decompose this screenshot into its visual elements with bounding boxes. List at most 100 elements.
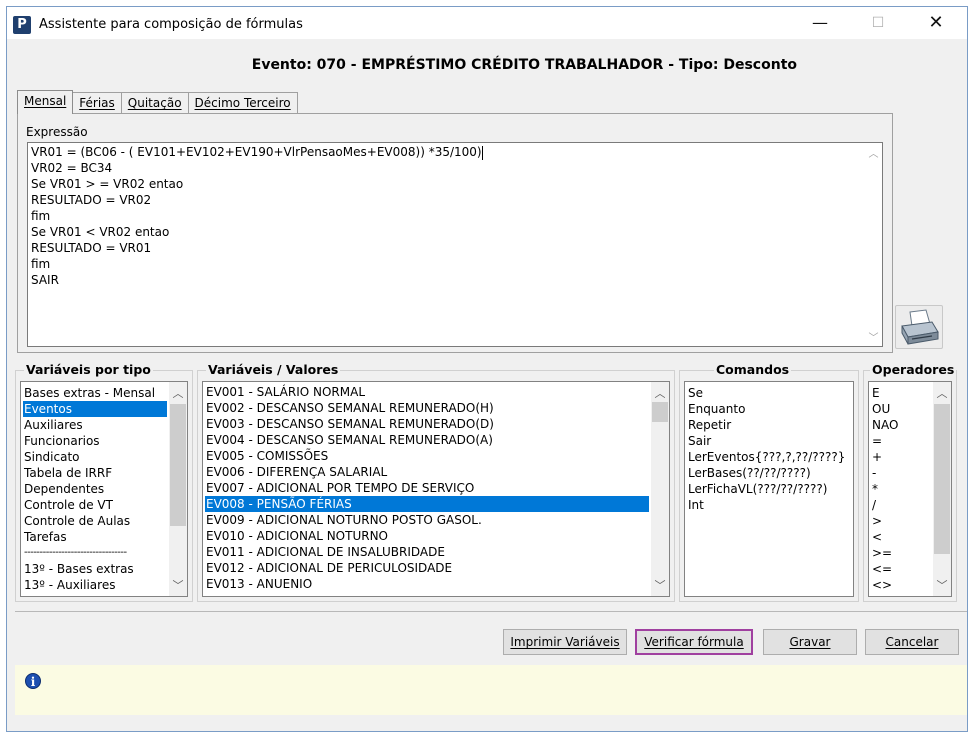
scroll-up-icon[interactable]: ︿ [933, 385, 951, 401]
info-icon: i [25, 673, 41, 689]
list-item[interactable]: Tabela de IRRF [23, 465, 112, 481]
list-item[interactable]: EV007 - ADICIONAL POR TEMPO DE SERVIÇO [205, 480, 474, 496]
print-variables-button[interactable]: Imprimir Variáveis [503, 629, 627, 655]
save-button[interactable]: Gravar [763, 629, 857, 655]
list-item[interactable]: EV010 - ADICIONAL NOTURNO [205, 528, 388, 544]
variables-type-list[interactable]: Bases extras - Mensal Eventos Auxiliares… [20, 381, 188, 597]
list-item[interactable]: OU [871, 401, 890, 417]
list-item[interactable]: >= [871, 545, 892, 561]
expression-line: VR01 = (BC06 - ( EV101+EV102+EV190+VlrPe… [31, 145, 483, 160]
list-item[interactable]: EV004 - DESCANSO SEMANAL REMUNERADO(A) [205, 432, 493, 448]
list-item[interactable]: E [871, 385, 880, 401]
tab-decimo-terceiro[interactable]: Décimo Terceiro [187, 92, 298, 114]
scroll-thumb[interactable] [170, 404, 186, 526]
close-button[interactable]: ✕ [913, 7, 959, 39]
operators-scrollbar[interactable]: ︿ ﹀ [933, 382, 951, 596]
scroll-up-icon[interactable]: ︿ [169, 385, 187, 401]
expression-line: RESULTADO = VR01 [31, 241, 152, 255]
group-title: Operadores [870, 362, 957, 377]
list-item[interactable]: - [871, 465, 876, 481]
list-item[interactable]: EV003 - DESCANSO SEMANAL REMUNERADO(D) [205, 416, 494, 432]
tab-panel-mensal: Expressão VR01 = (BC06 - ( EV101+EV102+E… [17, 113, 893, 353]
list-item[interactable]: EV009 - ADICIONAL NOTURNO POSTO GASOL. [205, 512, 482, 528]
list-item[interactable]: Controle de VT [23, 497, 113, 513]
divider [15, 611, 967, 612]
list-separator: --------------------------------- [24, 547, 127, 558]
list-item-selected[interactable]: Eventos [23, 401, 167, 417]
variables-values-list[interactable]: EV001 - SALÁRIO NORMAL EV002 - DESCANSO … [202, 381, 670, 597]
list-item[interactable]: Sair [687, 433, 711, 449]
list-item[interactable]: Se [687, 385, 703, 401]
list-item[interactable]: = [871, 433, 882, 449]
list-item[interactable]: Funcionarios [23, 433, 100, 449]
variables-values-scrollbar[interactable]: ︿ ﹀ [651, 382, 669, 596]
list-item[interactable]: <= [871, 561, 892, 577]
tab-mensal[interactable]: Mensal [17, 90, 74, 114]
maximize-button[interactable]: ☐ [855, 7, 901, 39]
list-item[interactable]: Repetir [687, 417, 731, 433]
title-bar[interactable]: P Assistente para composição de fórmulas… [7, 7, 967, 39]
tab-ferias[interactable]: Férias [72, 92, 122, 114]
scroll-down-icon[interactable]: ﹀ [651, 577, 669, 593]
commands-list[interactable]: Se Enquanto Repetir Sair LerEventos{???,… [684, 381, 854, 597]
operators-group: Operadores E OU NAO = + - * / > < >= <= … [863, 362, 957, 602]
app-icon: P [13, 16, 31, 34]
list-item[interactable]: / [871, 497, 876, 513]
commands-group: Comandos Se Enquanto Repetir Sair LerEve… [679, 362, 859, 602]
print-button[interactable] [895, 305, 943, 349]
list-item[interactable]: NAO [871, 417, 898, 433]
scroll-down-icon[interactable]: ﹀ [169, 577, 187, 593]
list-item[interactable]: Bases extras - Mensal [23, 385, 167, 401]
list-item[interactable]: Sindicato [23, 449, 80, 465]
scroll-thumb[interactable] [934, 404, 950, 554]
list-item[interactable]: Auxiliares [23, 417, 83, 433]
expression-line: SAIR [31, 273, 59, 287]
list-item[interactable]: Controle de Aulas [23, 513, 130, 529]
list-item[interactable]: Enquanto [687, 401, 745, 417]
expression-line: RESULTADO = VR02 [31, 193, 152, 207]
printer-icon [901, 309, 939, 345]
scroll-up-icon[interactable]: ︿ [865, 145, 882, 160]
list-item[interactable]: <> [871, 577, 892, 593]
list-item[interactable]: * [871, 481, 878, 497]
list-item[interactable]: EV001 - SALÁRIO NORMAL [205, 384, 365, 400]
cancel-button[interactable]: Cancelar [865, 629, 959, 655]
scroll-thumb[interactable] [652, 402, 668, 422]
expression-scrollbar[interactable]: ︿ ﹀ [865, 143, 882, 346]
list-item-selected[interactable]: EV008 - PENSÃO FÉRIAS [205, 496, 649, 512]
list-item[interactable]: > [871, 513, 882, 529]
list-item[interactable]: 13º - Auxiliares [23, 577, 115, 593]
scroll-down-icon[interactable]: ﹀ [865, 329, 882, 344]
list-item[interactable]: + [871, 449, 882, 465]
operators-list[interactable]: E OU NAO = + - * / > < >= <= <> ︿ ﹀ [868, 381, 952, 597]
variables-values-group: Variáveis / Valores EV001 - SALÁRIO NORM… [197, 362, 675, 602]
variables-by-type-group: Variáveis por tipo Bases extras - Mensal… [15, 362, 193, 602]
list-item[interactable]: EV013 - ANUENIO [205, 576, 312, 592]
list-item[interactable]: EV006 - DIFERENÇA SALARIAL [205, 464, 387, 480]
scroll-down-icon[interactable]: ﹀ [933, 577, 951, 593]
list-item[interactable]: < [871, 529, 882, 545]
list-item[interactable]: LerBases(??/??/????) [687, 465, 811, 481]
list-item[interactable]: Tarefas [23, 529, 67, 545]
window-title: Assistente para composição de fórmulas [39, 17, 303, 32]
expression-line: VR02 = BC34 [31, 161, 113, 175]
tab-quitacao[interactable]: Quitação [120, 92, 189, 114]
list-item[interactable]: Int [687, 497, 704, 513]
list-item[interactable]: EV005 - COMISSÕES [205, 448, 328, 464]
list-item[interactable]: EV011 - ADICIONAL DE INSALUBRIDADE [205, 544, 445, 560]
list-item[interactable]: LerEventos{???,?,??/????} [687, 449, 845, 465]
formula-assistant-window: P Assistente para composição de fórmulas… [6, 6, 968, 732]
scroll-up-icon[interactable]: ︿ [651, 385, 669, 401]
verify-formula-button[interactable]: Verificar fórmula [635, 629, 753, 655]
list-item[interactable]: Dependentes [23, 481, 104, 497]
variables-type-scrollbar[interactable]: ︿ ﹀ [169, 382, 187, 596]
list-item[interactable]: EV012 - ADICIONAL DE PERICULOSIDADE [205, 560, 452, 576]
minimize-button[interactable]: — [797, 7, 843, 39]
list-item[interactable]: EV002 - DESCANSO SEMANAL REMUNERADO(H) [205, 400, 494, 416]
list-item[interactable]: 13º - Bases extras [23, 561, 134, 577]
list-item[interactable]: LerFichaVL(???/??/????) [687, 481, 827, 497]
group-title: Variáveis / Valores [206, 362, 341, 377]
expression-line: fim [31, 209, 51, 223]
expression-line: Se VR01 < VR02 entao [31, 225, 170, 239]
expression-editor[interactable]: VR01 = (BC06 - ( EV101+EV102+EV190+VlrPe… [27, 142, 883, 347]
